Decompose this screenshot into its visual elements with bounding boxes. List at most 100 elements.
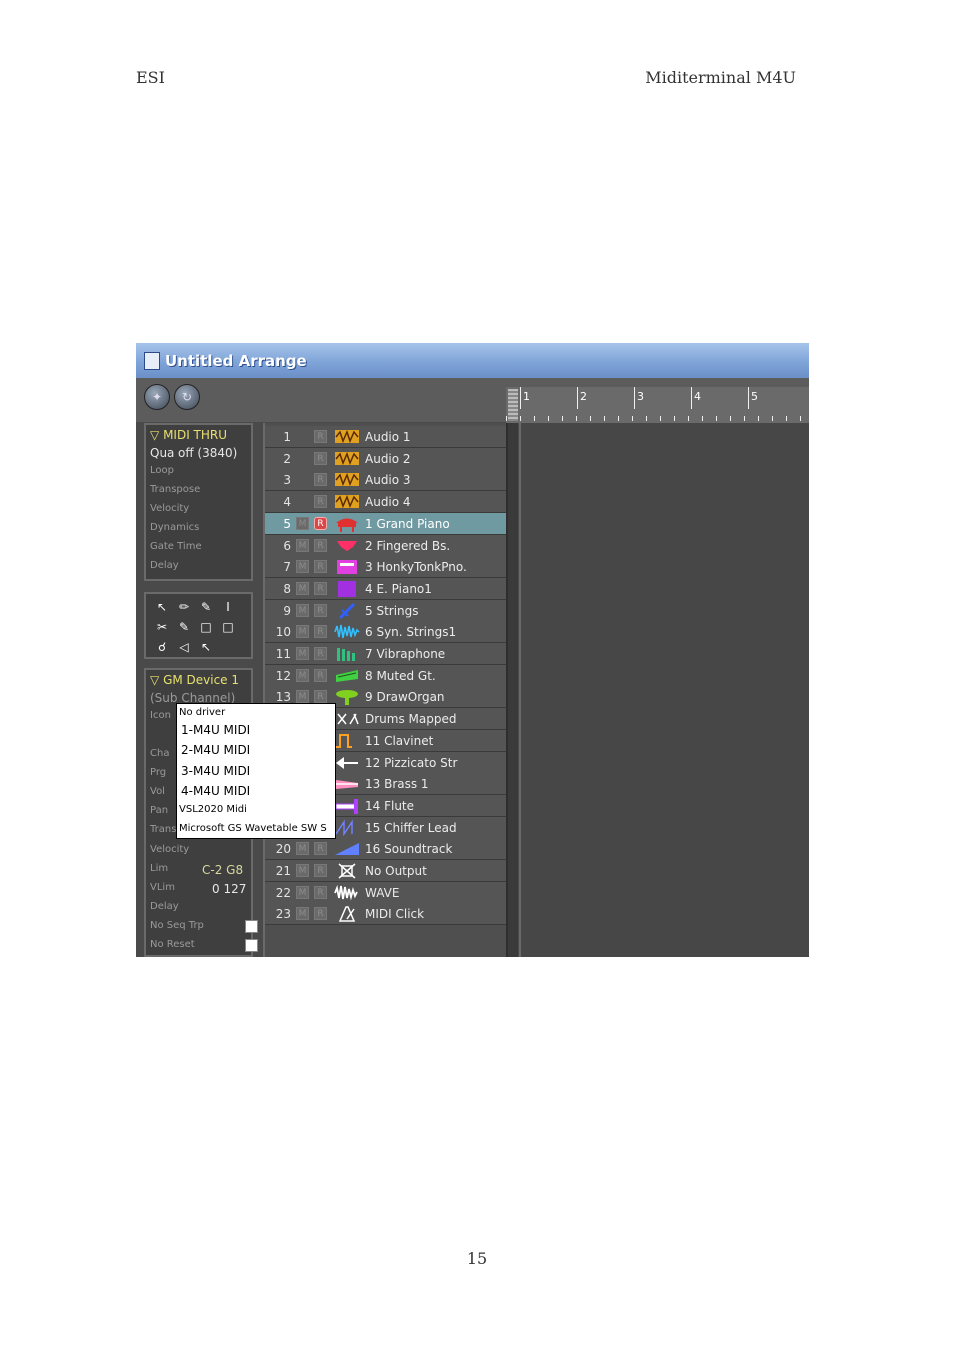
mute-tool-icon[interactable]: □ bbox=[220, 619, 236, 635]
track-row[interactable]: 11 M R 7 Vibraphone bbox=[265, 643, 506, 665]
track-row[interactable]: 5MR 1 Grand Piano bbox=[265, 512, 506, 535]
scissors-tool-icon[interactable]: ✂ bbox=[154, 619, 170, 635]
vlim-value[interactable]: 0 127 bbox=[212, 882, 246, 896]
mute-button[interactable]: M bbox=[296, 560, 309, 574]
record-button[interactable]: R bbox=[314, 538, 327, 552]
audio-icon[interactable] bbox=[334, 493, 360, 510]
zoom-tool-icon[interactable]: ☌ bbox=[154, 639, 170, 655]
pizzicato-icon[interactable] bbox=[334, 754, 360, 771]
track-row[interactable]: 1 R Audio 1 bbox=[265, 426, 506, 448]
eraser-tool-icon[interactable]: ✎ bbox=[198, 599, 214, 615]
mute-button[interactable]: M bbox=[296, 907, 309, 921]
record-button[interactable]: R bbox=[314, 668, 327, 682]
mute-button[interactable]: M bbox=[296, 516, 309, 530]
dropdown-option[interactable]: VSL2020 Midi bbox=[179, 804, 247, 815]
track-row[interactable]: 8MR 4 E. Piano1 bbox=[265, 577, 506, 600]
mute-button[interactable]: M bbox=[296, 625, 309, 639]
dropdown-option[interactable]: 4-M4U MIDI bbox=[181, 784, 250, 798]
walk-icon[interactable]: ✦ bbox=[144, 384, 170, 410]
mute-button[interactable]: M bbox=[296, 690, 309, 704]
track-row[interactable]: 9MR 5 Strings bbox=[265, 599, 506, 622]
mute-button[interactable]: M bbox=[296, 842, 309, 856]
no-reset-checkbox[interactable] bbox=[245, 939, 258, 952]
track-row[interactable]: 4 R Audio 4 bbox=[265, 491, 506, 514]
qua-value[interactable]: off (3840) bbox=[178, 446, 237, 460]
pointer-tool-icon[interactable]: ↖ bbox=[154, 599, 170, 615]
mute-button[interactable]: M bbox=[296, 538, 309, 552]
track-row[interactable]: 3 R Audio 3 bbox=[265, 469, 506, 492]
link-icon[interactable]: ↻ bbox=[174, 384, 200, 410]
pencil-tool-icon[interactable]: ✏ bbox=[176, 599, 192, 615]
solo-tool-icon[interactable]: □ bbox=[198, 619, 214, 635]
mute-button[interactable]: M bbox=[296, 647, 309, 660]
record-button[interactable]: R bbox=[314, 842, 327, 856]
track-row[interactable]: 7MR 3 HonkyTonkPno. bbox=[265, 556, 506, 579]
arrange-area[interactable] bbox=[519, 423, 809, 957]
fade-tool-icon[interactable]: ◁ bbox=[176, 639, 192, 655]
guitar-icon[interactable] bbox=[334, 667, 360, 684]
dropdown-option[interactable]: Microsoft GS Wavetable SW S bbox=[179, 823, 327, 834]
epiano-icon[interactable] bbox=[334, 580, 360, 597]
track-row[interactable]: 10 M R 6 Syn. Strings1 bbox=[265, 621, 506, 644]
mute-button[interactable]: M bbox=[296, 581, 309, 595]
record-button[interactable]: R bbox=[314, 603, 327, 617]
record-button[interactable]: R bbox=[314, 690, 327, 704]
record-button[interactable]: R bbox=[314, 473, 327, 487]
wave-icon[interactable] bbox=[334, 884, 360, 901]
track-row[interactable]: 22 M R WAVE bbox=[265, 881, 506, 904]
drums-icon[interactable] bbox=[334, 710, 360, 727]
track-row[interactable]: 20 M R 16 Soundtrack bbox=[265, 838, 506, 861]
dropdown-option[interactable]: No driver bbox=[179, 707, 225, 718]
collapse-triangle-icon[interactable]: ▽ bbox=[150, 428, 159, 442]
record-button[interactable]: R bbox=[314, 647, 327, 660]
glue-tool-icon[interactable]: ✎ bbox=[176, 619, 192, 635]
record-button[interactable]: R bbox=[314, 516, 327, 530]
record-button[interactable]: R bbox=[314, 430, 327, 443]
organ-icon[interactable] bbox=[334, 688, 360, 706]
lead-icon[interactable] bbox=[334, 819, 360, 837]
piano-icon[interactable] bbox=[334, 515, 360, 532]
vibraphone-icon[interactable] bbox=[334, 645, 360, 662]
record-button[interactable]: R bbox=[314, 625, 327, 639]
track-name: 12 Pizzicato Str bbox=[365, 755, 458, 770]
soundtrack-icon[interactable] bbox=[334, 840, 360, 857]
dropdown-option[interactable]: 3-M4U MIDI bbox=[181, 764, 250, 778]
text-tool-icon[interactable]: I bbox=[220, 599, 236, 615]
lim-value[interactable]: C-2 G8 bbox=[202, 863, 243, 877]
record-button[interactable]: R bbox=[314, 451, 327, 465]
record-button[interactable]: R bbox=[314, 864, 327, 877]
dropdown-option[interactable]: 1-M4U MIDI bbox=[181, 723, 250, 737]
no-seq-trp-checkbox[interactable] bbox=[245, 920, 258, 933]
track-row[interactable]: 23 M R MIDI Click bbox=[265, 903, 506, 926]
record-button[interactable]: R bbox=[314, 581, 327, 595]
mute-button[interactable]: M bbox=[296, 885, 309, 899]
mute-button[interactable]: M bbox=[296, 603, 309, 617]
mute-button[interactable]: M bbox=[296, 668, 309, 682]
mute-button[interactable]: M bbox=[296, 864, 309, 877]
track-row[interactable]: 12 M R 8 Muted Gt. bbox=[265, 664, 506, 687]
track-row[interactable]: 6MR 2 Fingered Bs. bbox=[265, 534, 506, 557]
record-button[interactable]: R bbox=[314, 885, 327, 899]
metronome-icon[interactable] bbox=[334, 905, 360, 923]
honkytonk-icon[interactable] bbox=[334, 558, 360, 575]
record-button[interactable]: R bbox=[314, 495, 327, 509]
clavinet-icon[interactable] bbox=[334, 732, 360, 749]
brass-icon[interactable] bbox=[334, 775, 360, 792]
no-output-icon[interactable] bbox=[334, 862, 360, 879]
bass-icon[interactable] bbox=[334, 537, 360, 554]
record-button[interactable]: R bbox=[314, 560, 327, 574]
gm-collapse-triangle-icon[interactable]: ▽ bbox=[150, 673, 159, 687]
track-name: 9 DrawOrgan bbox=[365, 690, 445, 705]
dropdown-option[interactable]: 2-M4U MIDI bbox=[181, 743, 250, 757]
audio-icon[interactable] bbox=[334, 428, 360, 445]
bar-ruler[interactable]: 1 2 3 4 5 bbox=[506, 387, 809, 423]
strings-icon[interactable] bbox=[334, 602, 360, 619]
record-button[interactable]: R bbox=[314, 907, 327, 921]
track-row[interactable]: 2 R Audio 2 bbox=[265, 447, 506, 470]
audio-icon[interactable] bbox=[334, 471, 360, 488]
audio-icon[interactable] bbox=[334, 450, 360, 467]
flute-icon[interactable] bbox=[334, 797, 360, 814]
synth-strings-icon[interactable] bbox=[334, 623, 360, 640]
crosshair-tool-icon[interactable]: ↖ bbox=[198, 639, 214, 655]
track-row[interactable]: 21 M R No Output bbox=[265, 860, 506, 882]
